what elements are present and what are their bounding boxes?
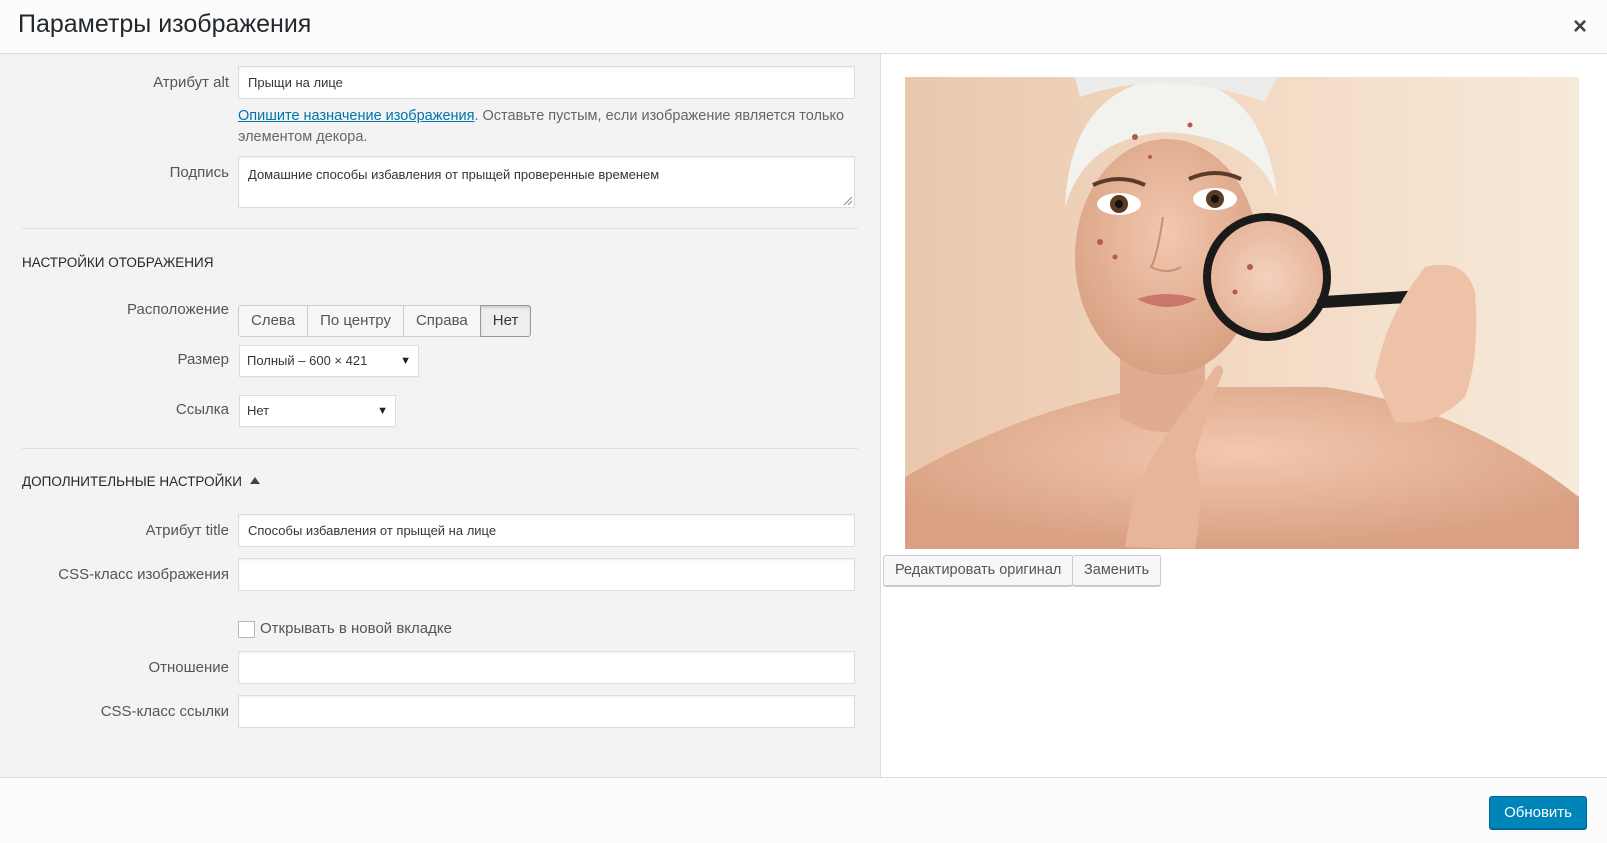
size-select-value: Полный – 600 × 421 [247,353,368,368]
align-label: Расположение [127,301,229,318]
alt-help: Опишите назначение изображения. Оставьте… [238,106,855,148]
new-tab-checkbox[interactable] [238,621,255,638]
settings-pane: Атрибут alt Прыщи на лице Опишите назнач… [0,54,881,777]
size-select[interactable]: Полный – 600 × 421 ▼ [239,345,419,377]
title-attr-input[interactable]: Способы избавления от прыщей на лице [238,514,855,547]
alt-label: Атрибут alt [153,74,229,91]
rel-input[interactable] [238,651,855,684]
resize-handle-icon[interactable] [842,195,852,205]
modal-footer: Обновить [0,777,1607,843]
new-tab-label[interactable]: Открывать в новой вкладке [260,620,452,637]
image-css-class-label: CSS-класс изображения [58,566,229,583]
divider [22,228,858,229]
link-css-class-input[interactable] [238,695,855,728]
divider [22,448,858,449]
alt-help-link[interactable]: Опишите назначение изображения [238,108,474,124]
align-button-group: Слева По центру Справа Нет [238,305,532,337]
advanced-settings-heading: Дополнительные настройки [22,474,242,489]
caption-value: Домашние способы избавления от прыщей пр… [248,167,660,182]
align-none-button[interactable]: Нет [479,305,532,337]
align-center-button[interactable]: По центру [307,305,404,337]
link-label: Ссылка [175,401,229,418]
modal-header: Параметры изображения × [0,0,1607,54]
chevron-down-icon: ▼ [400,355,411,367]
alt-input[interactable]: Прыщи на лице [238,66,855,99]
preview-pane: Редактировать оригинал Заменить [881,54,1607,777]
align-right-button[interactable]: Справа [402,305,481,337]
size-label: Размер [177,351,229,368]
caret-up-icon [249,477,260,484]
image-preview [905,77,1579,549]
link-select-value: Нет [247,403,270,418]
title-attr-label: Атрибут title [145,522,229,539]
display-settings-heading: Настройки отображения [22,255,214,270]
caption-textarea[interactable]: Домашние способы избавления от прыщей пр… [238,156,855,208]
portrait-image [905,77,1579,549]
close-icon[interactable]: × [1573,13,1587,41]
rel-label: Отношение [148,659,229,676]
modal-title: Параметры изображения [18,10,312,38]
link-select[interactable]: Нет ▼ [239,395,396,427]
advanced-settings-toggle[interactable]: Дополнительные настройки [22,474,260,489]
link-css-class-label: CSS-класс ссылки [100,703,229,720]
align-left-button[interactable]: Слева [238,305,309,337]
chevron-down-icon: ▼ [377,405,388,417]
image-css-class-input[interactable] [238,558,855,591]
caption-label: Подпись [169,164,229,181]
edit-original-button[interactable]: Редактировать оригинал [883,555,1074,586]
update-button[interactable]: Обновить [1489,796,1587,829]
replace-button[interactable]: Заменить [1072,555,1162,586]
